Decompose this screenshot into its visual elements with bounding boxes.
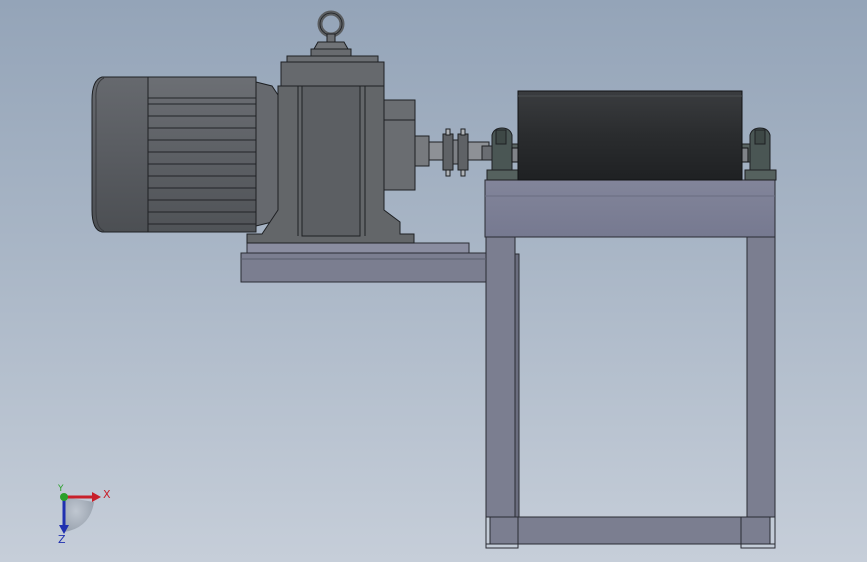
frame-left-leg[interactable] — [485, 236, 516, 518]
coordinate-triad — [59, 492, 101, 534]
drum-shaft-end-left[interactable] — [511, 147, 519, 163]
frame-bottom-beam[interactable] — [489, 516, 771, 545]
frame-left-leg-side[interactable] — [514, 253, 520, 518]
motor-end-cap[interactable] — [91, 76, 149, 233]
drum-roller[interactable] — [511, 90, 749, 181]
motor-body[interactable] — [147, 76, 257, 233]
frame-stand[interactable] — [484, 179, 776, 549]
motor-flange[interactable] — [255, 81, 279, 227]
coupling-hub-left[interactable] — [442, 133, 454, 171]
coupling-hub-right[interactable] — [457, 133, 469, 171]
x-axis-arrowhead — [92, 492, 101, 502]
electric-motor[interactable] — [91, 76, 279, 233]
motor-base-plate[interactable] — [240, 242, 487, 283]
frame-top-beam[interactable] — [484, 179, 776, 238]
reducer-mount-plate[interactable] — [246, 242, 470, 254]
frame-right-leg[interactable] — [746, 236, 776, 518]
assembly-model[interactable] — [0, 0, 867, 562]
graphics-viewport[interactable]: X Y Z — [0, 0, 867, 562]
shaft-coupling[interactable] — [428, 128, 493, 177]
output-shaft-collar[interactable] — [414, 135, 430, 167]
z-axis-label: Z — [58, 533, 66, 546]
eye-bolt[interactable] — [310, 10, 352, 57]
drum-shaft-end-right[interactable] — [741, 147, 749, 163]
y-axis-label: Y — [58, 484, 64, 494]
x-axis-label: X — [103, 488, 111, 501]
shaft-collar-right[interactable] — [481, 145, 493, 161]
reducer-output-boss[interactable] — [383, 99, 416, 191]
reducer-center-rib[interactable] — [301, 85, 361, 237]
